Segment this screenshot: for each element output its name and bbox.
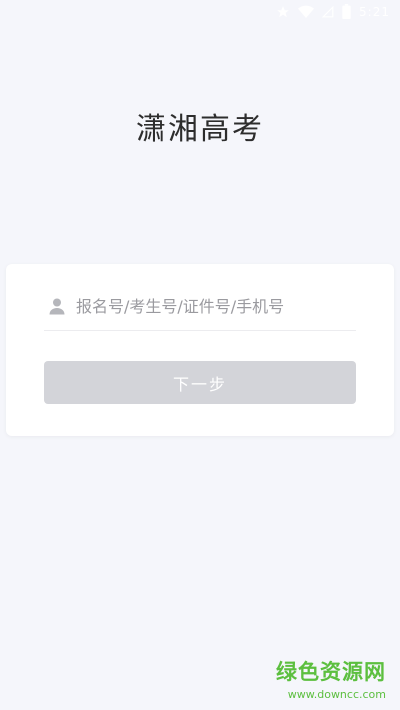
wifi-icon: [298, 5, 315, 19]
battery-icon: [342, 4, 351, 19]
app-title: 潇湘高考: [136, 112, 264, 147]
watermark-url: www.downcc.com: [287, 688, 386, 701]
watermark: 绿色资源网 www.downcc.com: [276, 656, 386, 701]
status-bar: 5:21: [0, 0, 400, 28]
status-icons: 5:21: [276, 4, 390, 19]
user-icon: [48, 297, 66, 315]
watermark-name: 绿色资源网: [276, 660, 386, 684]
id-input[interactable]: [76, 296, 346, 316]
login-card: 下一步: [6, 264, 394, 436]
signal-icon: [322, 5, 334, 19]
next-button[interactable]: 下一步: [44, 361, 356, 404]
status-time: 5:21: [359, 4, 390, 19]
star-icon: [276, 5, 290, 19]
id-field: [44, 282, 356, 331]
